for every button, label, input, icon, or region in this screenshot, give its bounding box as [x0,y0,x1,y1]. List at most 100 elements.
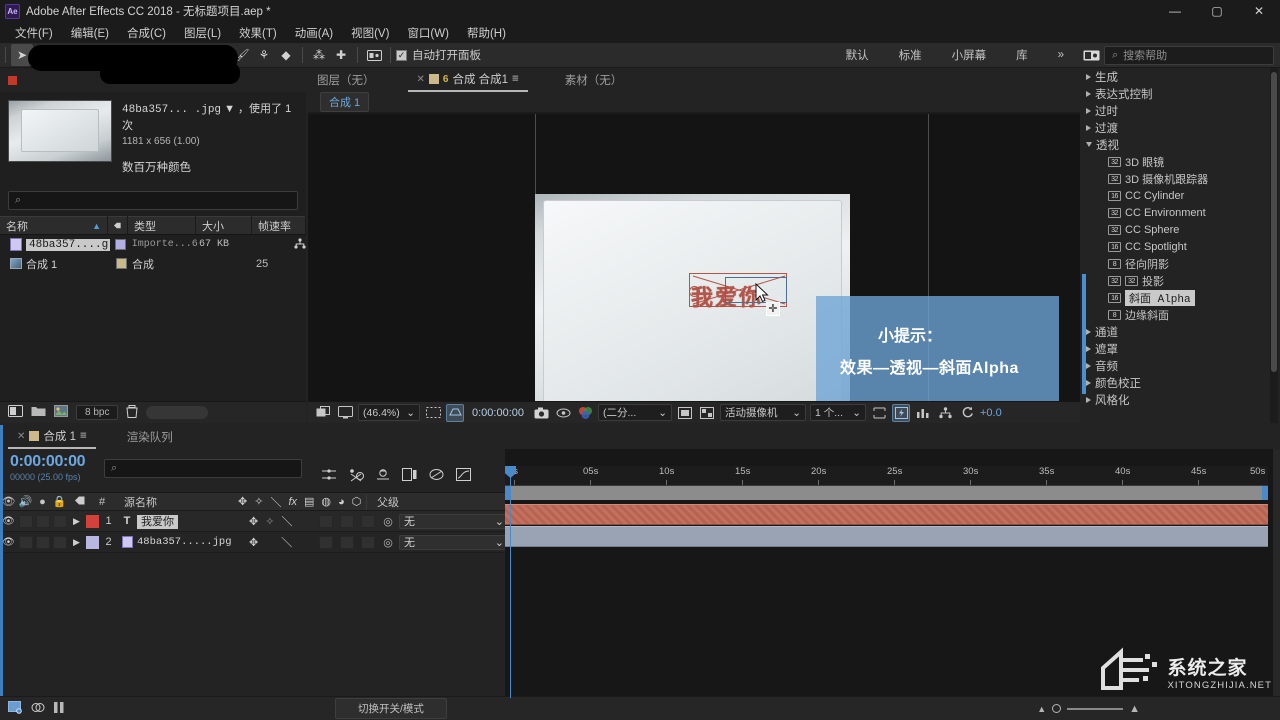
transparency-grid-icon[interactable] [698,404,716,422]
layer-solo-toggle[interactable] [36,536,50,549]
fast-previews-icon[interactable] [892,404,910,422]
renderer-icon[interactable] [936,404,954,422]
pixel-aspect-icon[interactable] [870,404,888,422]
workspace-small-screen[interactable]: 小屏幕 [938,44,1001,66]
chevron-right-icon[interactable] [1086,125,1091,131]
frame-blending-icon[interactable] [401,466,418,483]
motion-blur-switch[interactable] [340,536,354,549]
effects-list[interactable]: 生成 表达式控制 过时 过渡 透视 32 3D 眼镜 [1082,68,1270,423]
menu-composition[interactable]: 合成(C) [118,23,175,43]
layer-audio-toggle[interactable] [19,515,33,528]
delete-icon[interactable] [126,405,138,421]
effects-scrollbar[interactable] [1270,68,1278,423]
view-layout-dropdown[interactable]: 1 个... ⌄ [810,404,866,421]
layer-name[interactable]: 我爱你 [137,515,178,529]
chevron-right-icon[interactable] [1086,346,1091,352]
frame-blend-switch[interactable] [319,536,333,549]
effect-item-bevel-alpha[interactable]: 16 斜面 Alpha [1104,289,1270,306]
timeline-search-input[interactable]: ⌕ [104,459,302,478]
chevron-right-icon[interactable] [1086,74,1091,80]
project-column-name[interactable]: 名称 ▲ [0,216,108,235]
graph-editor-icon[interactable] [455,466,472,483]
auto-open-panels-checkbox[interactable]: ✓ [396,50,407,61]
tab-render-queue[interactable]: 渲染队列 [118,425,182,449]
layer-bar-image[interactable] [505,526,1268,547]
close-icon[interactable]: ✕ [417,74,425,85]
workspace-overflow-button[interactable]: » [1044,46,1078,64]
camera-view-dropdown[interactable]: 活动摄像机 ⌄ [720,404,806,421]
effect-category-stylize[interactable]: 风格化 [1082,391,1270,408]
project-column-size[interactable]: 大小 [196,216,252,235]
main-viewer-icon[interactable] [336,404,354,422]
quality-switch-icon[interactable]: ＼ [281,534,292,550]
color-depth-button[interactable]: 8 bpc [76,405,118,420]
parent-pickwhip-icon[interactable]: ◎ [377,515,399,528]
effect-item-radial-shadow[interactable]: 8 径向阴影 [1104,255,1270,272]
effect-category-audio[interactable]: 音频 [1082,357,1270,374]
effect-item-3d-camera-tracker[interactable]: 32 3D 摄像机跟踪器 [1104,170,1270,187]
tab-footage[interactable]: 素材（无） [556,68,632,92]
layer-bar-text[interactable] [505,504,1268,525]
effect-item-drop-shadow[interactable]: 32 32 投影 [1104,272,1270,289]
parent-dropdown[interactable]: 无 ⌄ [399,514,509,529]
new-folder-icon[interactable] [31,405,46,420]
menu-help[interactable]: 帮助(H) [458,23,515,43]
effect-category-obsolete[interactable]: 过时 [1082,102,1270,119]
label-color-swatch[interactable] [116,258,127,269]
effect-item-cc-environment[interactable]: 32 CC Environment [1104,204,1270,221]
auto-open-panels-toggle[interactable]: ✓ 自动打开面板 [396,47,481,63]
effect-category-expression-controls[interactable]: 表达式控制 [1082,85,1270,102]
adjustment-switch[interactable] [361,536,375,549]
work-area-bar[interactable] [505,486,1268,500]
toggle-switches-modes-button[interactable]: 切换开关/模式 [335,698,447,719]
effect-item-cc-cylinder[interactable]: 16 CC Cylinder [1104,187,1270,204]
layer-label-color[interactable] [86,536,99,549]
workspace-standard[interactable]: 标准 [885,44,936,66]
project-row-file[interactable]: 48ba357....g Importe...6 67 KB [0,235,306,254]
viewer-timecode[interactable]: 0:00:00:00 [468,407,528,419]
project-column-fps[interactable]: 帧速率 [252,216,306,235]
effect-category-channel[interactable]: 通道 [1082,323,1270,340]
region-toggle-icon[interactable] [676,404,694,422]
show-snapshot-icon[interactable] [554,404,572,422]
roto-brush-tool-icon[interactable]: ⁂ [308,44,330,66]
timeline-ruler[interactable]: 0s 05s 10s 15s 20s 25s 30s 35s 40s 45s 5… [505,466,1268,486]
frame-render-time-icon[interactable] [8,701,23,717]
maximize-button[interactable]: ▢ [1196,0,1238,22]
parent-pickwhip-icon[interactable]: ◎ [377,536,399,549]
adjustment-switch[interactable] [361,515,375,528]
layer-label-color[interactable] [86,515,99,528]
workspace-layout-icon[interactable] [1080,50,1102,61]
label-color-swatch[interactable] [115,239,126,250]
channel-rgb-icon[interactable] [576,404,594,422]
menu-animation[interactable]: 动画(A) [286,23,342,43]
composition-mini-flowchart-icon[interactable] [320,466,337,483]
snapshot-camera-icon[interactable] [532,404,550,422]
motion-blur-switch[interactable] [340,515,354,528]
draft-3d-icon[interactable] [347,466,364,483]
reset-exposure-icon[interactable] [958,404,976,422]
menu-edit[interactable]: 编辑(E) [62,23,118,43]
chevron-right-icon[interactable] [1086,91,1091,97]
timeline-current-timecode[interactable]: 0:00:00:00 [10,453,100,471]
layer-lock-toggle[interactable] [53,536,67,549]
effects-scrollbar-thumb[interactable] [1271,72,1277,372]
effect-item-3d-glasses[interactable]: 32 3D 眼镜 [1104,153,1270,170]
grid-guides-icon[interactable] [424,404,442,422]
quality-switch-icon[interactable]: ＼ [281,513,292,529]
timeline-graph-area[interactable]: 0s 05s 10s 15s 20s 25s 30s 35s 40s 45s 5… [505,449,1273,698]
work-area-end-handle[interactable] [1262,486,1268,500]
timeline-timecode-block[interactable]: 0:00:00:00 00000 (25.00 fps) [0,449,100,492]
effect-category-generate[interactable]: 生成 [1082,68,1270,85]
new-comp-icon[interactable] [8,405,23,420]
timeline-zoom-slider[interactable]: ▲ ▲ [1037,703,1140,715]
layer-lock-toggle[interactable] [53,515,67,528]
viewer-stage[interactable]: 我爱你 ✛ 小提示： 效果—透视—斜面Alpha [308,114,1080,401]
effect-category-transition[interactable]: 过渡 [1082,119,1270,136]
chevron-right-icon[interactable] [1086,329,1091,335]
motion-blur-icon[interactable] [428,466,445,483]
effect-category-perspective[interactable]: 透视 [1082,136,1270,153]
effect-item-cc-sphere[interactable]: 32 CC Sphere [1104,221,1270,238]
menu-layer[interactable]: 图层(L) [175,23,230,43]
eraser-tool-icon[interactable]: ◆ [275,44,297,66]
